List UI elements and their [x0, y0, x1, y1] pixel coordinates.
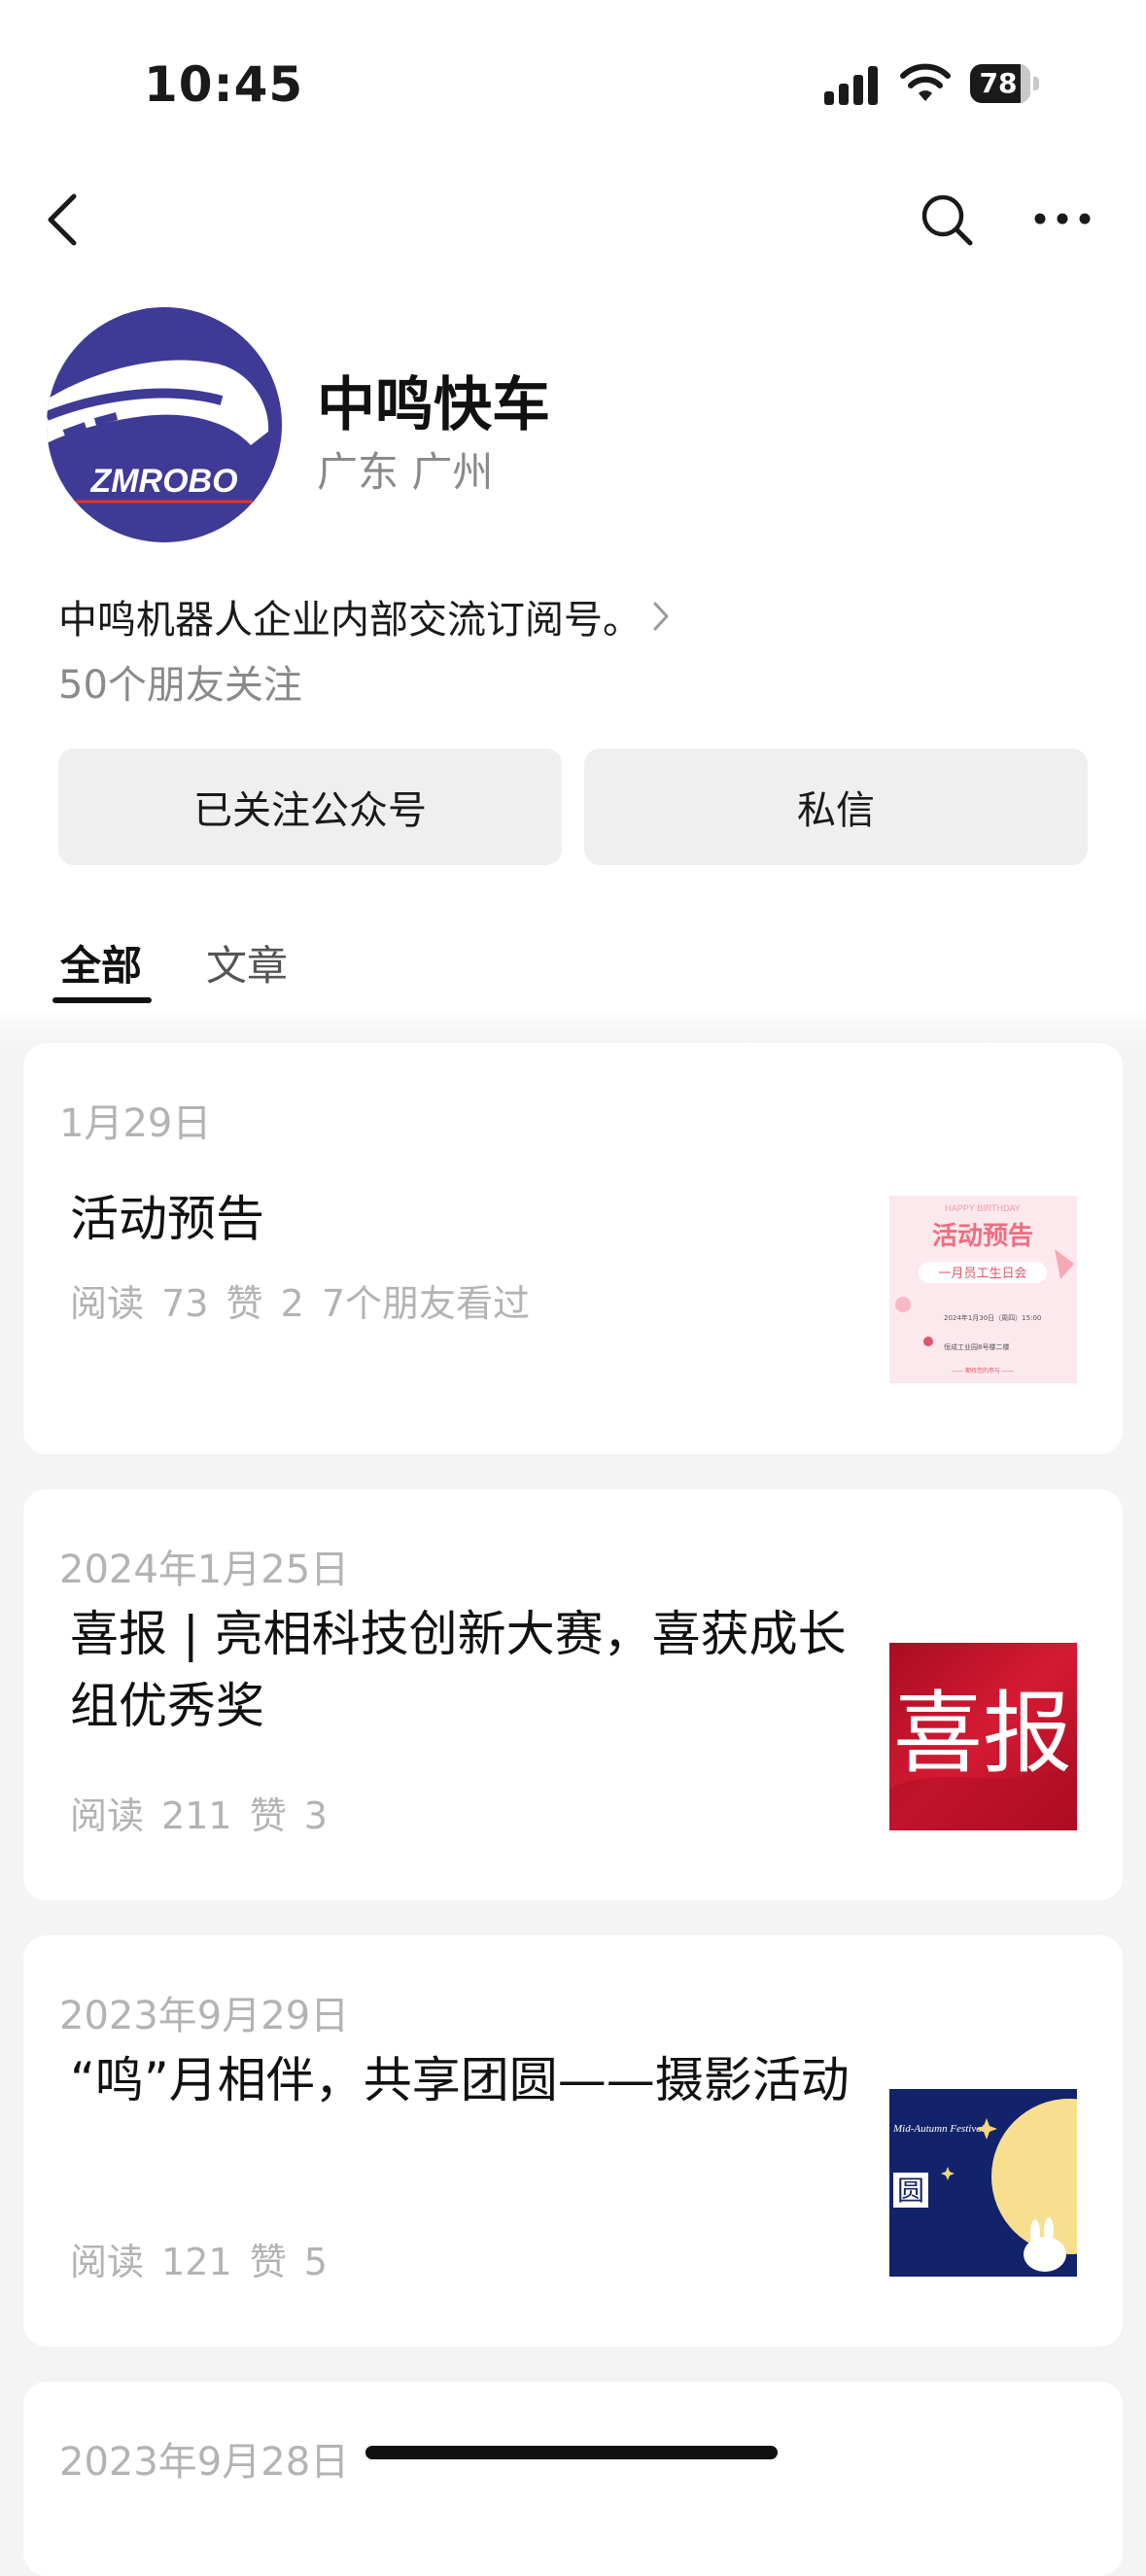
article-date: 1月29日: [59, 1101, 212, 1146]
article-thumbnail: Mid-Autumn Festival 圆: [889, 2089, 1077, 2277]
account-description[interactable]: 中鸣机器人企业内部交流订阅号。: [58, 588, 671, 644]
avatar[interactable]: ZMROBO: [47, 307, 282, 542]
article-date: 2024年1月25日: [59, 1548, 350, 1592]
followed-button[interactable]: 已关注公众号: [58, 748, 562, 865]
battery-icon: 78: [970, 64, 1040, 103]
chevron-right-icon: [653, 602, 669, 631]
article-thumbnail: 喜报: [889, 1643, 1077, 1830]
article-stats: 阅读 73 赞 2 7个朋友看过: [70, 1282, 531, 1325]
svg-text:喜报: 喜报: [893, 1682, 1072, 1786]
article-title: 喜报 | 亮相科技创新大赛，喜获成长组优秀奖: [70, 1606, 847, 1734]
tab-articles[interactable]: 文章: [206, 933, 288, 992]
article-card[interactable]: 2023年9月28日: [23, 2382, 1123, 2576]
article-stats: 阅读 211 赞 3: [70, 1794, 328, 1837]
home-indicator[interactable]: [365, 2446, 778, 2459]
status-time: 10:45: [144, 56, 304, 113]
article-date: 2023年9月28日: [59, 2440, 350, 2485]
wifi-icon: [900, 63, 951, 101]
article-title: 活动预告: [70, 1191, 264, 1247]
back-icon[interactable]: [43, 191, 82, 249]
active-tab-indicator: [52, 997, 152, 1003]
more-icon[interactable]: [1032, 204, 1093, 233]
cellular-signal-icon: [824, 66, 878, 105]
article-title: “鸣”月相伴，共享团圆——摄影活动: [70, 2052, 850, 2108]
svg-text:ZMROBO: ZMROBO: [89, 463, 237, 500]
article-date: 2023年9月29日: [59, 1994, 350, 2038]
svg-text:2024年1月30日（周四）15:00: 2024年1月30日（周四）15:00: [944, 1313, 1041, 1322]
svg-text:一月员工生日会: 一月员工生日会: [938, 1267, 1026, 1281]
svg-text:活动预告: 活动预告: [932, 1222, 1033, 1251]
svg-text:圆: 圆: [897, 2175, 924, 2207]
article-stats: 阅读 121 赞 5: [70, 2241, 328, 2283]
train-logo-icon: ZMROBO: [47, 360, 269, 504]
account-region: 广东 广州: [317, 448, 494, 496]
followers-count[interactable]: 50个朋友关注: [58, 653, 302, 710]
article-thumbnail: HAPPY BIRTHDAY 活动预告 一月员工生日会 2024年1月30日（周…: [889, 1196, 1077, 1383]
message-button[interactable]: 私信: [584, 748, 1088, 865]
svg-text:恒成工业园8号楼二楼: 恒成工业园8号楼二楼: [944, 1342, 1009, 1351]
svg-text:—— 期待您的参与 ——: —— 期待您的参与 ——: [952, 1367, 1014, 1375]
svg-text:HAPPY BIRTHDAY: HAPPY BIRTHDAY: [945, 1203, 1021, 1213]
article-card[interactable]: 2023年9月29日 “鸣”月相伴，共享团圆——摄影活动 阅读 121 赞 5 …: [23, 1935, 1123, 2347]
battery-level: 78: [979, 67, 1018, 99]
tab-all[interactable]: 全部: [60, 933, 142, 992]
article-card[interactable]: 1月29日 活动预告 阅读 73 赞 2 7个朋友看过 HAPPY BIRTHD…: [23, 1043, 1123, 1454]
article-card[interactable]: 2024年1月25日 喜报 | 亮相科技创新大赛，喜获成长组优秀奖 阅读 211…: [23, 1489, 1123, 1900]
description-text: 中鸣机器人企业内部交流订阅号。: [58, 598, 642, 643]
search-icon[interactable]: [920, 192, 974, 247]
svg-text:Mid-Autumn Festival: Mid-Autumn Festival: [892, 2123, 985, 2135]
account-name: 中鸣快车: [317, 371, 550, 439]
